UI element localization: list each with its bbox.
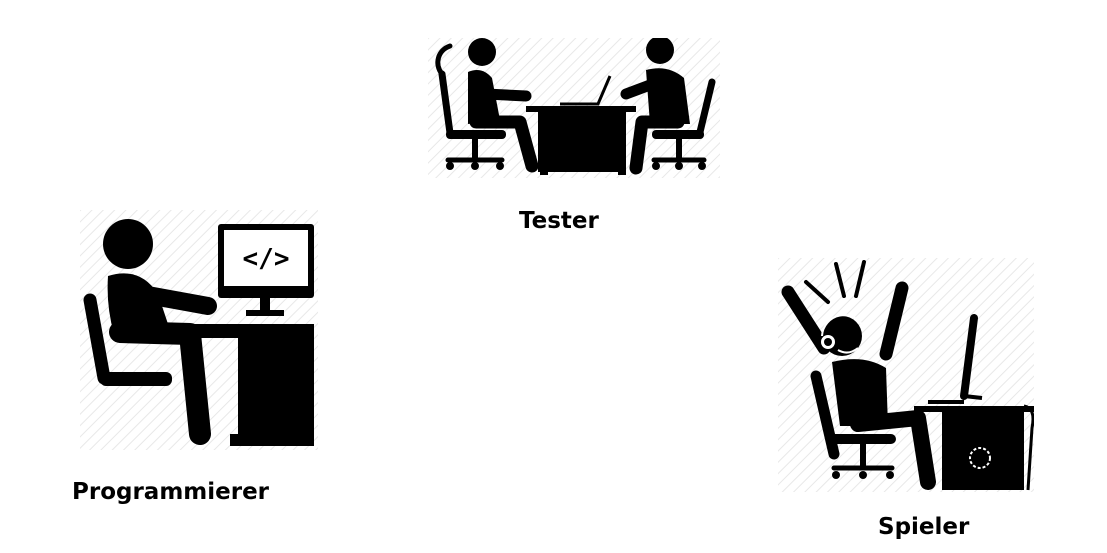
two-people-meeting-at-desk-icon xyxy=(428,38,720,178)
tester-label: Tester xyxy=(519,208,599,234)
svg-text:</>: </> xyxy=(243,244,290,274)
programmer-figure: </> xyxy=(80,210,318,450)
programmer-at-computer-icon: </> xyxy=(80,210,318,450)
player-figure xyxy=(778,258,1034,492)
player-label: Spieler xyxy=(878,514,970,540)
excited-gamer-icon xyxy=(778,258,1034,492)
tester-figure xyxy=(428,38,720,178)
programmer-label: Programmierer xyxy=(72,479,270,505)
